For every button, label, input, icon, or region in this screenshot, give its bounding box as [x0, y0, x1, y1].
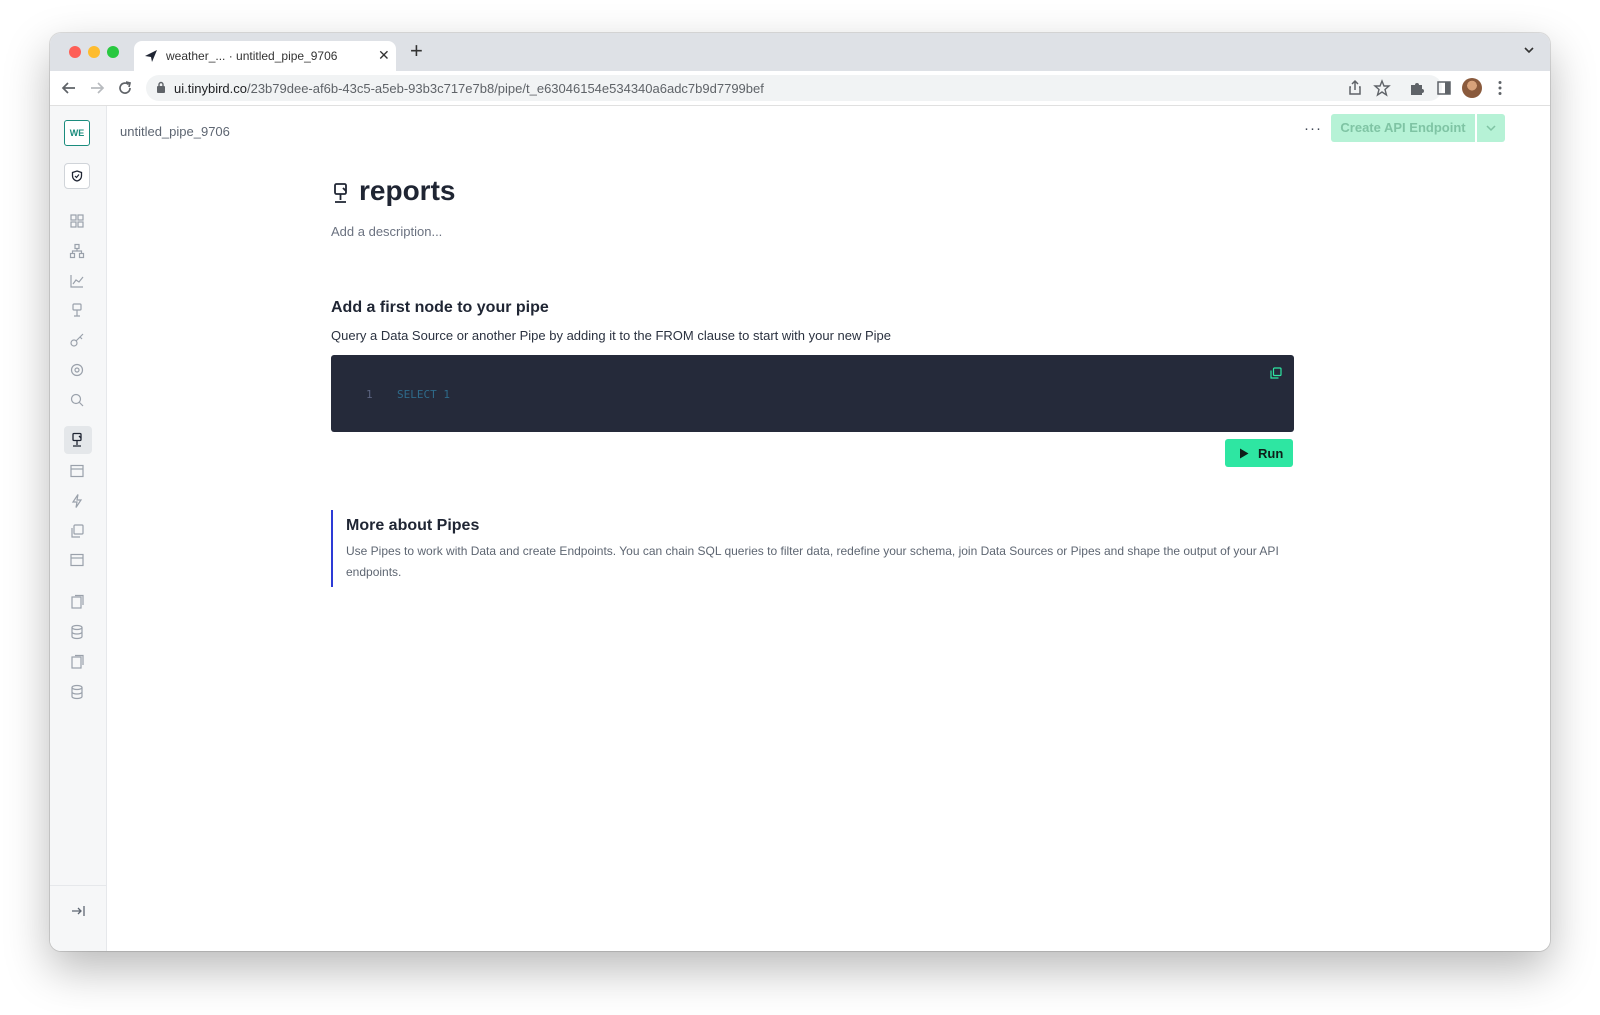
more-options-button[interactable]: ··· [1304, 120, 1322, 137]
forward-icon[interactable] [88, 79, 106, 97]
tab-close-icon[interactable]: ✕ [378, 47, 390, 64]
share-icon[interactable] [1346, 79, 1364, 97]
datasource-icon[interactable] [69, 552, 85, 568]
info-title: More about Pipes [346, 517, 480, 534]
tinybird-app: WE untitled_pipe_9706 ··· Create API End… [50, 106, 1550, 951]
pipe-icon[interactable] [69, 302, 85, 318]
tab-strip: weather_... · untitled_pipe_9706 ✕ + [50, 33, 1550, 71]
pipe-file-icon[interactable] [69, 654, 85, 670]
node-heading: Add a first node to your pipe [331, 299, 549, 316]
copy-icon[interactable] [69, 523, 85, 539]
browser-menu-icon[interactable] [1491, 79, 1509, 97]
expand-sidebar-icon[interactable] [70, 903, 86, 919]
sidebar: WE [50, 106, 107, 951]
run-label: Run [1258, 446, 1284, 461]
reload-icon[interactable] [116, 79, 134, 97]
sql-editor[interactable]: 1 SELECT 1 [331, 355, 1294, 432]
lock-icon [157, 81, 165, 93]
extensions-icon[interactable] [1408, 79, 1426, 97]
run-button[interactable]: Run [1225, 439, 1293, 467]
chevron-down-icon [1486, 125, 1496, 132]
chart-icon[interactable] [69, 273, 85, 289]
minimize-window-button[interactable] [88, 46, 100, 58]
url-text: ui.tinybird.co/23b79dee-af6b-43c5-a5eb-9… [174, 81, 764, 96]
play-icon [1240, 448, 1249, 459]
copy-code-icon[interactable] [1270, 367, 1282, 379]
pipe-file-icon[interactable] [69, 594, 85, 610]
tinybird-favicon-icon [145, 50, 157, 62]
address-bar[interactable]: ui.tinybird.co/23b79dee-af6b-43c5-a5eb-9… [146, 75, 1442, 101]
back-icon[interactable] [60, 79, 78, 97]
close-window-button[interactable] [69, 46, 81, 58]
sql-code[interactable]: SELECT 1 [397, 388, 450, 401]
pipe-nav-icon[interactable] [69, 432, 85, 448]
browser-window: weather_... · untitled_pipe_9706 ✕ + ui.… [50, 33, 1550, 951]
info-text: Use Pipes to work with Data and create E… [346, 544, 1279, 579]
workspace-settings-button[interactable] [64, 163, 90, 189]
line-number: 1 [366, 388, 373, 401]
info-accent-bar [331, 510, 333, 587]
grid-icon[interactable] [69, 213, 85, 229]
create-api-endpoint-button[interactable]: Create API Endpoint [1331, 114, 1475, 142]
settings-icon[interactable] [69, 362, 85, 378]
create-endpoint-dropdown-button[interactable] [1477, 114, 1505, 142]
tab-title: weather_... · untitled_pipe_9706 [166, 49, 338, 63]
bookmark-star-icon[interactable] [1373, 79, 1391, 97]
pipe-description-field[interactable]: Add a description... [331, 224, 442, 239]
key-icon[interactable] [69, 332, 85, 348]
side-panel-icon[interactable] [1435, 79, 1453, 97]
maximize-window-button[interactable] [107, 46, 119, 58]
sidebar-divider [50, 885, 106, 886]
lightning-icon[interactable] [69, 493, 85, 509]
tab-search-chevron-icon[interactable] [1522, 43, 1536, 57]
browser-tab[interactable]: weather_... · untitled_pipe_9706 ✕ [134, 41, 396, 71]
shield-icon [71, 170, 83, 182]
hierarchy-icon[interactable] [69, 243, 85, 259]
database-icon[interactable] [69, 684, 85, 700]
browser-toolbar: ui.tinybird.co/23b79dee-af6b-43c5-a5eb-9… [50, 71, 1550, 106]
new-tab-button[interactable]: + [410, 40, 423, 62]
pipe-name[interactable]: reports [359, 175, 455, 207]
workspace-badge[interactable]: WE [64, 120, 90, 146]
breadcrumb[interactable]: untitled_pipe_9706 [120, 124, 230, 139]
datasource-icon[interactable] [69, 463, 85, 479]
pipe-title-icon [334, 183, 347, 203]
profile-avatar[interactable] [1462, 78, 1482, 98]
database-icon[interactable] [69, 624, 85, 640]
node-subtitle: Query a Data Source or another Pipe by a… [331, 328, 892, 343]
search-icon[interactable] [69, 392, 85, 408]
